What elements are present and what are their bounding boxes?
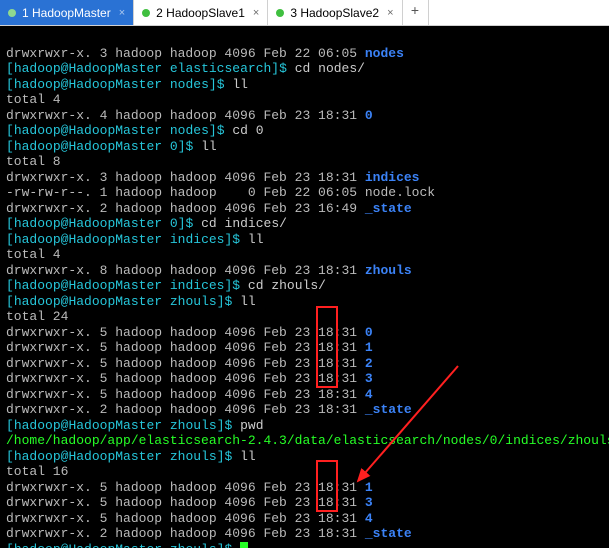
prompt-line: [hadoop@HadoopMaster nodes]$ cd 0 — [6, 123, 264, 138]
ls-line: drwxrwxr-x. 4 hadoop hadoop 4096 Feb 23 … — [6, 108, 373, 123]
prompt-line: [hadoop@HadoopMaster 0]$ cd indices/ — [6, 216, 287, 231]
prompt-line: [hadoop@HadoopMaster zhouls]$ — [6, 542, 248, 549]
prompt-line: [hadoop@HadoopMaster zhouls]$ ll — [6, 449, 256, 464]
ls-line: drwxrwxr-x. 2 hadoop hadoop 4096 Feb 23 … — [6, 526, 412, 541]
tab-hadoopslave2[interactable]: 3 HadoopSlave2 × — [268, 0, 402, 25]
output-line: total 16 — [6, 464, 68, 479]
ls-line: drwxrwxr-x. 5 hadoop hadoop 4096 Feb 23 … — [6, 371, 373, 386]
status-dot-icon — [276, 9, 284, 17]
prompt-line: [hadoop@HadoopMaster zhouls]$ pwd — [6, 418, 264, 433]
ls-line: drwxrwxr-x. 5 hadoop hadoop 4096 Feb 23 … — [6, 356, 373, 371]
cursor-icon — [240, 542, 248, 549]
prompt-line: [hadoop@HadoopMaster nodes]$ ll — [6, 77, 248, 92]
ls-line: drwxrwxr-x. 8 hadoop hadoop 4096 Feb 23 … — [6, 263, 412, 278]
tab-hadoopmaster[interactable]: 1 HadoopMaster × — [0, 0, 134, 25]
close-icon[interactable]: × — [253, 7, 259, 19]
close-icon[interactable]: × — [119, 7, 125, 19]
prompt-line: [hadoop@HadoopMaster indices]$ cd zhouls… — [6, 278, 326, 293]
status-dot-icon — [8, 9, 16, 17]
prompt-line: [hadoop@HadoopMaster 0]$ ll — [6, 139, 217, 154]
ls-line: drwxrwxr-x. 5 hadoop hadoop 4096 Feb 23 … — [6, 495, 373, 510]
ls-line: drwxrwxr-x. 5 hadoop hadoop 4096 Feb 23 … — [6, 480, 373, 495]
output-line: total 8 — [6, 154, 61, 169]
ls-line: drwxrwxr-x. 3 hadoop hadoop 4096 Feb 22 … — [6, 46, 404, 61]
output-line: total 24 — [6, 309, 68, 324]
prompt-line: [hadoop@HadoopMaster elasticsearch]$ cd … — [6, 61, 365, 76]
ls-line: -rw-rw-r--. 1 hadoop hadoop 0 Feb 22 06:… — [6, 185, 435, 200]
ls-line: drwxrwxr-x. 5 hadoop hadoop 4096 Feb 23 … — [6, 387, 373, 402]
ls-line: drwxrwxr-x. 2 hadoop hadoop 4096 Feb 23 … — [6, 402, 412, 417]
ls-line: drwxrwxr-x. 5 hadoop hadoop 4096 Feb 23 … — [6, 511, 373, 526]
output-line: total 4 — [6, 92, 61, 107]
add-tab-button[interactable]: + — [403, 0, 429, 25]
ls-line: drwxrwxr-x. 2 hadoop hadoop 4096 Feb 23 … — [6, 201, 412, 216]
close-icon[interactable]: × — [387, 7, 393, 19]
ls-line: drwxrwxr-x. 3 hadoop hadoop 4096 Feb 23 … — [6, 170, 419, 185]
status-dot-icon — [142, 9, 150, 17]
ls-line: drwxrwxr-x. 5 hadoop hadoop 4096 Feb 23 … — [6, 340, 373, 355]
tab-label: 2 HadoopSlave1 — [156, 6, 245, 20]
ls-line: drwxrwxr-x. 5 hadoop hadoop 4096 Feb 23 … — [6, 325, 373, 340]
tab-hadoopslave1[interactable]: 2 HadoopSlave1 × — [134, 0, 268, 25]
tab-label: 1 HadoopMaster — [22, 6, 111, 20]
tab-bar: 1 HadoopMaster × 2 HadoopSlave1 × 3 Hado… — [0, 0, 609, 26]
prompt-line: [hadoop@HadoopMaster indices]$ ll — [6, 232, 264, 247]
pwd-output: /home/hadoop/app/elasticsearch-2.4.3/dat… — [6, 433, 609, 448]
prompt-line: [hadoop@HadoopMaster zhouls]$ ll — [6, 294, 256, 309]
terminal[interactable]: drwxrwxr-x. 3 hadoop hadoop 4096 Feb 22 … — [0, 26, 609, 548]
output-line: total 4 — [6, 247, 61, 262]
tab-label: 3 HadoopSlave2 — [290, 6, 379, 20]
